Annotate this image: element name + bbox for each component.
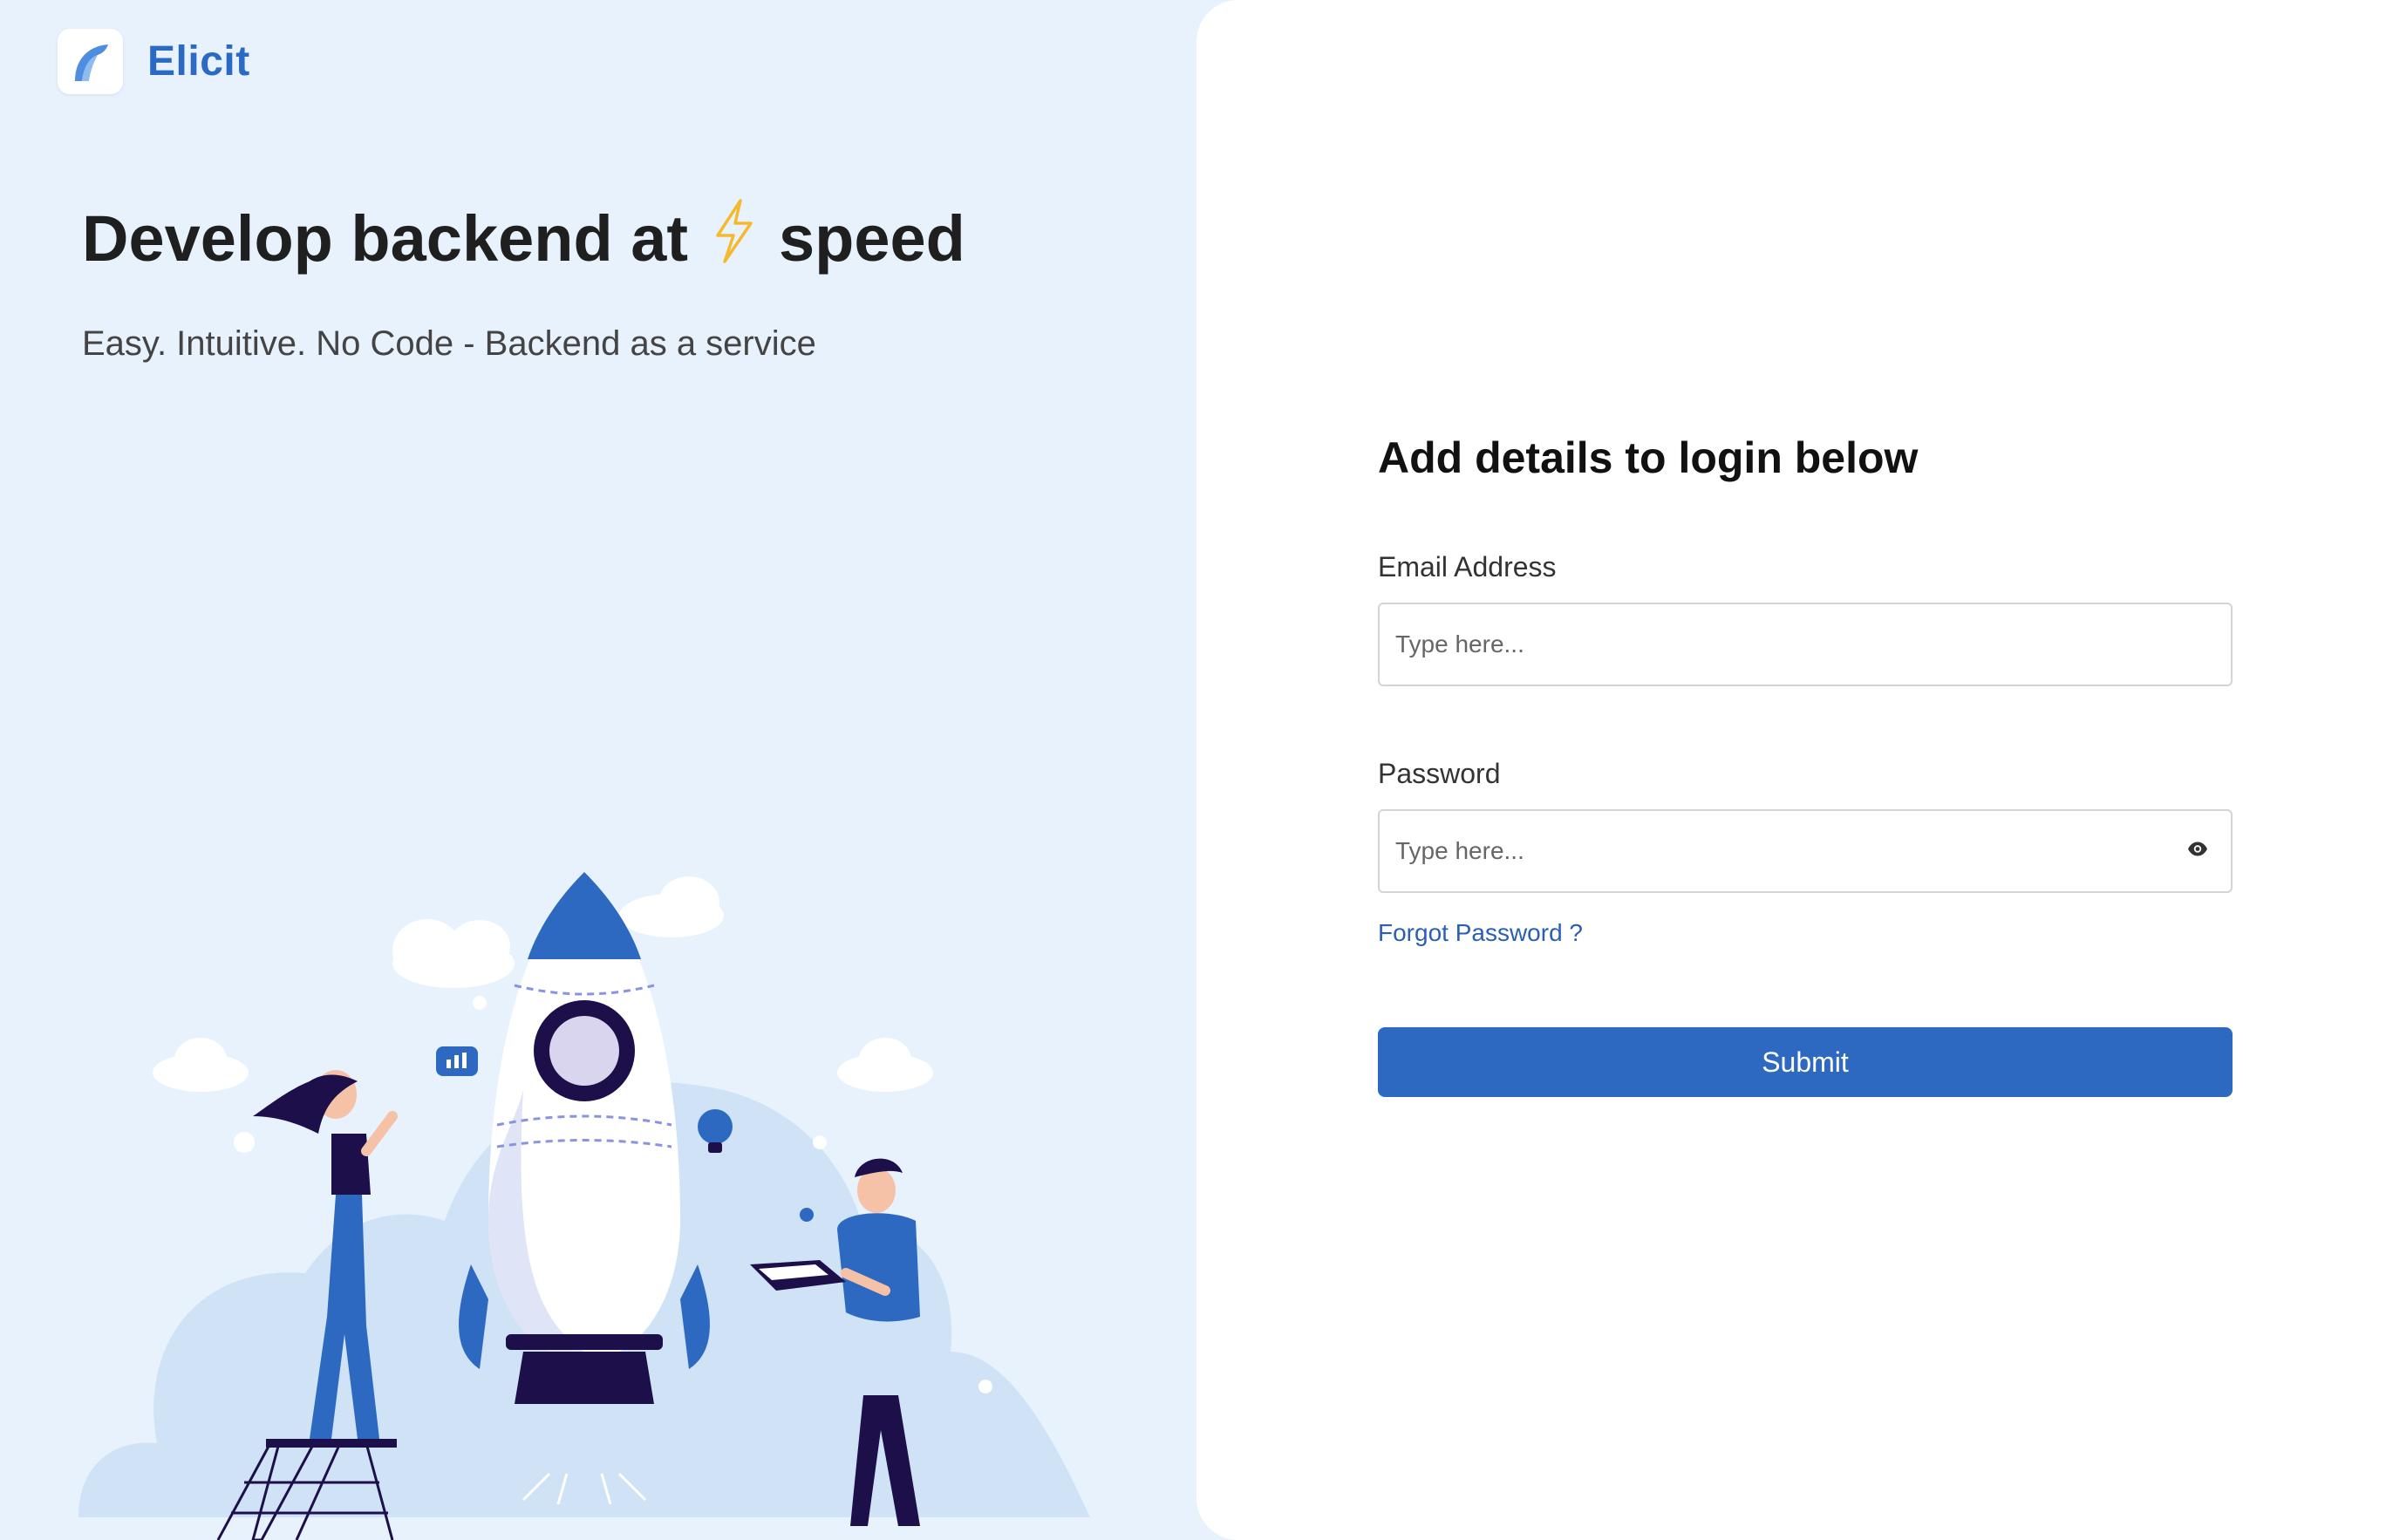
email-label: Email Address (1378, 551, 1557, 583)
email-field-wrapper (1378, 603, 2233, 686)
eye-icon[interactable] (2187, 842, 2208, 862)
hero-subline: Easy. Intuitive. No Code - Backend as a … (82, 324, 816, 363)
headline-text-after: speed (779, 202, 965, 275)
chart-bubble-icon (436, 1046, 478, 1076)
forgot-password-link[interactable]: Forgot Password ? (1378, 919, 1583, 947)
password-input[interactable] (1380, 811, 2231, 891)
password-label: Password (1378, 758, 1501, 789)
login-page: Elicit Develop backend at speed Easy. In… (0, 0, 2386, 1540)
hero-headline: Develop backend at speed (82, 199, 965, 278)
hero-panel: Elicit Develop backend at speed Easy. In… (0, 0, 1221, 1540)
email-input[interactable] (1380, 604, 2231, 685)
brand[interactable]: Elicit (58, 29, 250, 94)
feather-leaf-icon (74, 44, 108, 81)
brand-name: Elicit (147, 38, 250, 85)
rocket-launch-illustration (78, 872, 1099, 1540)
submit-button[interactable]: Submit (1378, 1027, 2233, 1097)
login-panel: Add details to login below Email Address… (1196, 0, 2386, 1540)
login-title: Add details to login below (1378, 433, 1919, 482)
lightning-bolt-icon (711, 199, 756, 278)
headline-text-before: Develop backend at (82, 202, 689, 275)
password-field-wrapper (1378, 809, 2233, 893)
logo (58, 29, 123, 94)
login-form: Add details to login below Email Address… (1378, 433, 2233, 1097)
